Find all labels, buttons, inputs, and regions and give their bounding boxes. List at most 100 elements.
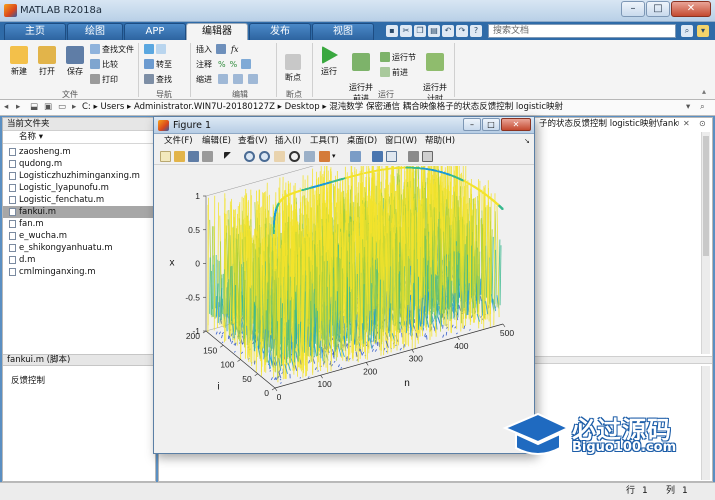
editor-close-icon[interactable]: ✕ <box>683 119 690 128</box>
help-quick-icon[interactable]: ? <box>470 25 482 37</box>
search-path-icon[interactable]: ⌕ <box>700 100 705 115</box>
pointer-icon[interactable] <box>224 152 231 159</box>
run-button[interactable]: 运行 <box>316 46 342 77</box>
undo-icon[interactable]: ↶ <box>442 25 454 37</box>
zoom-in-icon[interactable] <box>244 151 255 162</box>
figure-maximize-button[interactable]: □ <box>482 118 500 131</box>
minimize-button[interactable]: – <box>621 1 645 17</box>
brush-icon[interactable] <box>319 151 330 162</box>
insert-button[interactable]: 插入 fx <box>196 44 238 56</box>
uncomment-icon[interactable]: % <box>230 60 238 69</box>
surface-plot[interactable]: -1-0.500.510100200300400500050100150200x… <box>155 131 533 452</box>
cut-icon[interactable]: ✂ <box>400 25 412 37</box>
list-item[interactable]: cmlminganxing.m <box>3 266 155 278</box>
path-dropdown-icon[interactable]: ▾ <box>686 100 690 115</box>
tab-plots[interactable]: 绘图 <box>67 23 123 40</box>
menu-desktop[interactable]: 桌面(D) <box>347 134 377 149</box>
menu-insert[interactable]: 插入(I) <box>275 134 301 149</box>
run-and-advance-button[interactable]: 运行并 前进 <box>346 44 376 104</box>
list-item[interactable]: zaosheng.m <box>3 146 155 158</box>
editor-scrollbar[interactable] <box>701 132 710 354</box>
menu-view[interactable]: 查看(V) <box>238 134 267 149</box>
data-cursor-icon[interactable] <box>304 151 315 162</box>
paste-icon[interactable]: ▤ <box>428 25 440 37</box>
collapse-ribbon-icon[interactable]: ▴ <box>702 86 706 98</box>
list-item[interactable]: Logistic_lyapunofu.m <box>3 182 155 194</box>
percent-icon[interactable]: % <box>218 60 226 69</box>
list-item[interactable]: e_shikongyanhuatu.m <box>3 242 155 254</box>
list-item[interactable]: d.m <box>3 254 155 266</box>
goto-button[interactable]: 转至 <box>144 59 172 71</box>
legend-icon[interactable] <box>386 151 397 162</box>
search-icon[interactable]: ⌕ <box>681 25 693 37</box>
figure-title-bar[interactable]: Figure 1 – □ ✕ <box>154 117 534 134</box>
brush-dropdown-icon[interactable]: ▾ <box>332 151 338 162</box>
pan-icon[interactable] <box>274 151 285 162</box>
close-button[interactable]: ✕ <box>671 1 711 17</box>
save-quick-icon[interactable]: ▪ <box>386 25 398 37</box>
back-forward-buttons[interactable] <box>144 44 168 56</box>
figure-close-button[interactable]: ✕ <box>501 118 531 131</box>
maximize-button[interactable]: □ <box>646 1 670 17</box>
hide-tools-icon[interactable] <box>408 151 419 162</box>
comment-button[interactable]: 注释%% <box>196 59 253 71</box>
name-column-header[interactable]: 名称 ▾ <box>3 131 155 144</box>
list-item-selected[interactable]: fankui.m <box>3 206 155 218</box>
editor-scroll-thumb[interactable] <box>703 136 709 256</box>
compare-button[interactable]: 比较 <box>90 59 118 71</box>
wrap-icon[interactable] <box>241 59 252 69</box>
copy-icon[interactable]: ❐ <box>414 25 426 37</box>
menu-tools[interactable]: 工具(T) <box>310 134 339 149</box>
open-file-icon[interactable] <box>174 151 185 162</box>
link-plot-icon[interactable] <box>350 151 361 162</box>
forward-icon[interactable]: ▸ <box>16 100 20 115</box>
outdent-icon[interactable] <box>248 74 258 84</box>
run-section-button[interactable]: 运行节 <box>380 52 416 64</box>
indent-icon[interactable] <box>233 74 243 84</box>
menu-file[interactable]: 文件(F) <box>164 134 193 149</box>
menu-help[interactable]: 帮助(H) <box>425 134 455 149</box>
rotate-icon[interactable] <box>289 151 300 162</box>
tab-home[interactable]: 主页 <box>4 23 66 40</box>
save-button[interactable]: 保存 <box>62 46 88 77</box>
editor-menu-icon[interactable]: ⊙ <box>699 119 706 128</box>
details-bar[interactable]: fankui.m (脚本) <box>3 354 155 366</box>
back-icon[interactable]: ◂ <box>4 100 8 115</box>
tab-editor[interactable]: 编辑器 <box>186 23 248 40</box>
breakpoints-button[interactable]: 断点 <box>280 54 306 83</box>
find-files-button[interactable]: 查找文件 <box>90 44 134 56</box>
print-button[interactable]: 打印 <box>90 74 118 86</box>
find-button[interactable]: 查找 <box>144 74 172 86</box>
smart-indent-icon[interactable] <box>218 74 228 84</box>
advance-button[interactable]: 前进 <box>380 67 408 79</box>
list-item[interactable]: e_wucha.m <box>3 230 155 242</box>
tab-publish[interactable]: 发布 <box>249 23 311 40</box>
folder-up-icon[interactable]: ⬓ <box>30 100 38 115</box>
run-and-time-button[interactable]: 运行并 计时 <box>420 44 450 104</box>
open-button[interactable]: 打开 <box>34 46 60 77</box>
figure-minimize-button[interactable]: – <box>463 118 481 131</box>
new-figure-icon[interactable] <box>160 151 171 162</box>
list-item[interactable]: Logistic_fenchatu.m <box>3 194 155 206</box>
notification-icon[interactable]: ▾ <box>697 25 709 37</box>
show-tools-icon[interactable] <box>422 151 433 162</box>
print-figure-icon[interactable] <box>202 151 213 162</box>
figure-window[interactable]: Figure 1 – □ ✕ 文件(F) 编辑(E) 查看(V) 插入(I) 工… <box>153 116 535 454</box>
menu-edit[interactable]: 编辑(E) <box>202 134 231 149</box>
list-item[interactable]: fan.m <box>3 218 155 230</box>
colorbar-icon[interactable] <box>372 151 383 162</box>
list-item[interactable]: Logisticzhuzhiminganxing.m <box>3 170 155 182</box>
browse-folder-icon[interactable]: ▣ <box>44 100 52 115</box>
indent-button[interactable]: 缩进 <box>196 74 260 86</box>
zoom-out-icon[interactable] <box>259 151 270 162</box>
path-breadcrumb[interactable]: C: ▸ Users ▸ Administrator.WIN7U-2018012… <box>82 100 563 115</box>
menu-window[interactable]: 窗口(W) <box>385 134 417 149</box>
figure-canvas[interactable]: -1 -0.5 0 0.5 1 0 100 200 300 400 500 0 50 100 150 200 x… <box>155 131 533 452</box>
fx-icon[interactable]: fx <box>231 45 238 54</box>
list-item[interactable]: qudong.m <box>3 158 155 170</box>
tab-view[interactable]: 视图 <box>312 23 374 40</box>
redo-icon[interactable]: ↷ <box>456 25 468 37</box>
search-docs-input[interactable]: 搜索文档 <box>488 24 676 38</box>
tab-apps[interactable]: APP <box>124 23 186 40</box>
save-figure-icon[interactable] <box>188 151 199 162</box>
